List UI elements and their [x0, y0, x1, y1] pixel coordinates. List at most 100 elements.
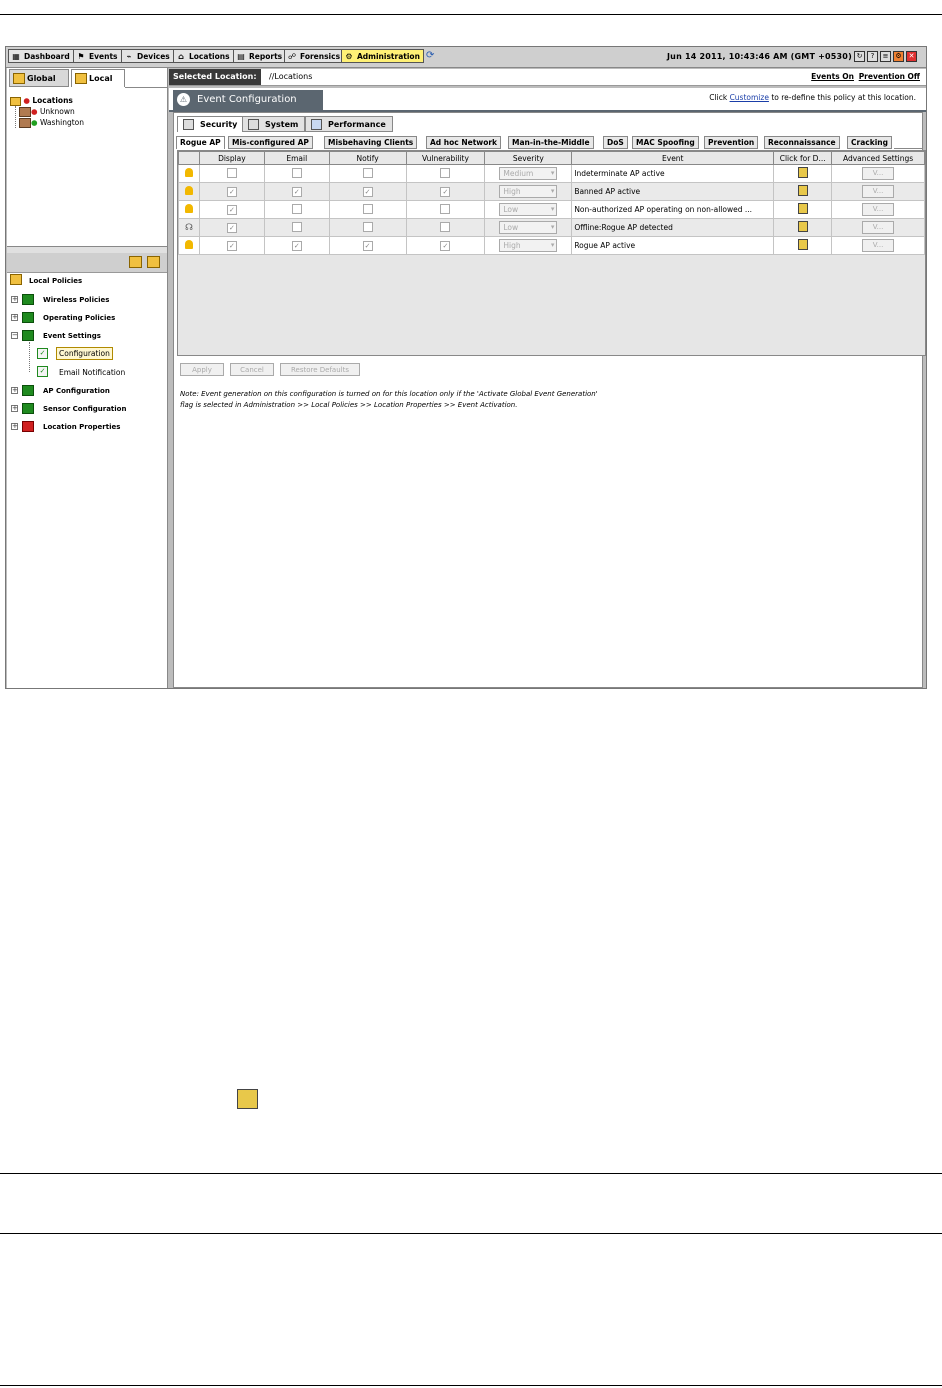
severity-select[interactable]: High ▾: [499, 185, 558, 198]
events-on-link[interactable]: Events On: [811, 72, 854, 81]
table-row[interactable]: ✓ Low ▾ Non-authorized AP operating on no…: [178, 200, 925, 219]
list-icon[interactable]: ≡: [880, 51, 891, 62]
advanced-settings-button[interactable]: V...: [862, 203, 895, 216]
table-row[interactable]: ✓ ✓ ✓ ✓ High ▾ Banned AP active V...: [178, 182, 925, 201]
refresh-icon[interactable]: ⟳: [426, 50, 434, 61]
expand-all-icon[interactable]: [129, 256, 142, 268]
tree-item-configuration[interactable]: Configuration: [56, 347, 113, 360]
collapse-all-icon[interactable]: [147, 256, 160, 268]
expand-ap-configuration-icon[interactable]: +: [11, 387, 18, 394]
vulnerability-checkbox[interactable]: ✓: [440, 240, 451, 251]
severity-select[interactable]: Low ▾: [499, 221, 558, 234]
subtab-reconnaissance[interactable]: Reconnaissance: [764, 136, 840, 149]
advanced-settings-button[interactable]: V...: [862, 239, 895, 252]
nav-devices-button[interactable]: ⌁ Devices: [121, 49, 174, 63]
notify-checkbox[interactable]: [362, 221, 373, 232]
nav-locations-button[interactable]: ⌂ Locations: [173, 49, 234, 63]
email-checkbox[interactable]: ✓: [291, 186, 302, 197]
expand-wireless-icon[interactable]: +: [11, 296, 18, 303]
tree-item-sensor-configuration[interactable]: Sensor Configuration: [43, 405, 126, 413]
vulnerability-checkbox[interactable]: ✓: [440, 186, 451, 197]
tree-item-email-notification[interactable]: Email Notification: [59, 368, 125, 377]
severity-select[interactable]: Low ▾: [499, 203, 558, 216]
col-notify-header[interactable]: Notify: [328, 151, 407, 165]
tab-local[interactable]: Local: [71, 69, 125, 87]
email-checkbox[interactable]: [291, 221, 302, 232]
tree-item-event-settings[interactable]: Event Settings: [43, 332, 101, 340]
table-row[interactable]: ✓ ✓ ✓ ✓ High ▾ Rogue AP active V...: [178, 236, 925, 255]
tab-security[interactable]: Security: [177, 116, 245, 132]
display-checkbox[interactable]: ✓: [226, 204, 237, 215]
cancel-button[interactable]: Cancel: [230, 363, 274, 376]
col-advanced-header[interactable]: Advanced Settings: [831, 151, 925, 165]
col-vulnerability-header[interactable]: Vulnerability: [405, 151, 486, 165]
subtab-man-in-the-middle[interactable]: Man-in-the-Middle: [508, 136, 594, 149]
apply-button[interactable]: Apply: [180, 363, 224, 376]
table-row[interactable]: Medium ▾ Indeterminate AP active V...: [178, 164, 925, 183]
tree-item-ap-configuration[interactable]: AP Configuration: [43, 387, 110, 395]
tab-system[interactable]: System: [242, 116, 306, 132]
advanced-settings-button[interactable]: V...: [862, 185, 895, 198]
nav-forensics-button[interactable]: ☍ Forensics: [284, 49, 345, 63]
vulnerability-checkbox[interactable]: [440, 167, 451, 178]
subtab-ad-hoc-network[interactable]: Ad hoc Network: [426, 136, 502, 149]
notify-checkbox[interactable]: [362, 167, 373, 178]
details-icon[interactable]: [797, 167, 808, 178]
col-email-header[interactable]: Email: [263, 151, 330, 165]
exit-icon[interactable]: ✕: [906, 51, 917, 62]
details-icon[interactable]: [797, 221, 808, 232]
tree-item-location-properties[interactable]: Location Properties: [43, 423, 120, 431]
col-click-header[interactable]: Click for D...: [773, 151, 833, 165]
advanced-settings-button[interactable]: V...: [862, 221, 895, 234]
tree-item-operating-policies[interactable]: Operating Policies: [43, 314, 115, 322]
expand-sensor-configuration-icon[interactable]: +: [11, 405, 18, 412]
display-checkbox[interactable]: [226, 167, 237, 178]
col-severity-header[interactable]: Severity: [484, 151, 573, 165]
nav-administration-button[interactable]: ⚙ Administration: [341, 49, 424, 63]
sync-icon[interactable]: ↻: [854, 51, 865, 62]
subtab-rogue-ap[interactable]: Rogue AP: [176, 136, 225, 149]
prevention-off-link[interactable]: Prevention Off: [859, 72, 920, 81]
notify-checkbox[interactable]: ✓: [362, 240, 373, 251]
collapse-event-settings-icon[interactable]: −: [11, 332, 18, 339]
tab-performance[interactable]: Performance: [305, 116, 393, 132]
col-display-header[interactable]: Display: [198, 151, 265, 165]
details-icon[interactable]: [797, 239, 808, 250]
notify-checkbox[interactable]: [362, 203, 373, 214]
tree-item-local-policies[interactable]: Local Policies: [29, 277, 82, 285]
tree-item-locations[interactable]: ● Locations: [10, 96, 73, 106]
subtab-mis-configured-ap[interactable]: Mis-configured AP: [228, 136, 313, 149]
subtab-dos[interactable]: DoS: [603, 136, 628, 149]
tree-item-unknown[interactable]: ● Unknown: [19, 107, 75, 117]
subtab-cracking[interactable]: Cracking: [847, 136, 892, 149]
tree-item-wireless-policies[interactable]: Wireless Policies: [43, 296, 109, 304]
col-event-header[interactable]: Event: [571, 151, 775, 165]
customize-link[interactable]: Customize: [730, 93, 769, 102]
display-checkbox[interactable]: ✓: [226, 186, 237, 197]
display-checkbox[interactable]: ✓: [226, 240, 237, 251]
details-icon[interactable]: [797, 203, 808, 214]
nav-dashboard-button[interactable]: ▦ Dashboard: [8, 49, 74, 63]
vulnerability-checkbox[interactable]: [440, 221, 451, 232]
nav-events-button[interactable]: ⚑ Events: [73, 49, 122, 63]
email-checkbox[interactable]: ✓: [291, 240, 302, 251]
notify-checkbox[interactable]: ✓: [362, 186, 373, 197]
subtab-misbehaving-clients[interactable]: Misbehaving Clients: [324, 136, 418, 149]
expand-operating-icon[interactable]: +: [11, 314, 18, 321]
nav-reports-button[interactable]: ▤ Reports: [233, 49, 287, 63]
tree-item-washington[interactable]: ● Washington: [19, 118, 84, 128]
table-row[interactable]: ☊ ✓ Low ▾ Offline:Rogue AP detected V...: [178, 218, 925, 237]
subtab-prevention[interactable]: Prevention: [704, 136, 759, 149]
help-icon[interactable]: ?: [867, 51, 878, 62]
email-checkbox[interactable]: [291, 203, 302, 214]
vulnerability-checkbox[interactable]: [440, 203, 451, 214]
subtab-mac-spoofing[interactable]: MAC Spoofing: [632, 136, 699, 149]
advanced-settings-button[interactable]: V...: [862, 167, 895, 180]
details-icon[interactable]: [797, 185, 808, 196]
email-checkbox[interactable]: [291, 167, 302, 178]
tab-global[interactable]: Global: [9, 69, 69, 87]
expand-location-properties-icon[interactable]: +: [11, 423, 18, 430]
settings-icon[interactable]: ⚙: [893, 51, 904, 62]
severity-select[interactable]: Medium ▾: [499, 167, 558, 180]
display-checkbox[interactable]: ✓: [226, 222, 237, 233]
